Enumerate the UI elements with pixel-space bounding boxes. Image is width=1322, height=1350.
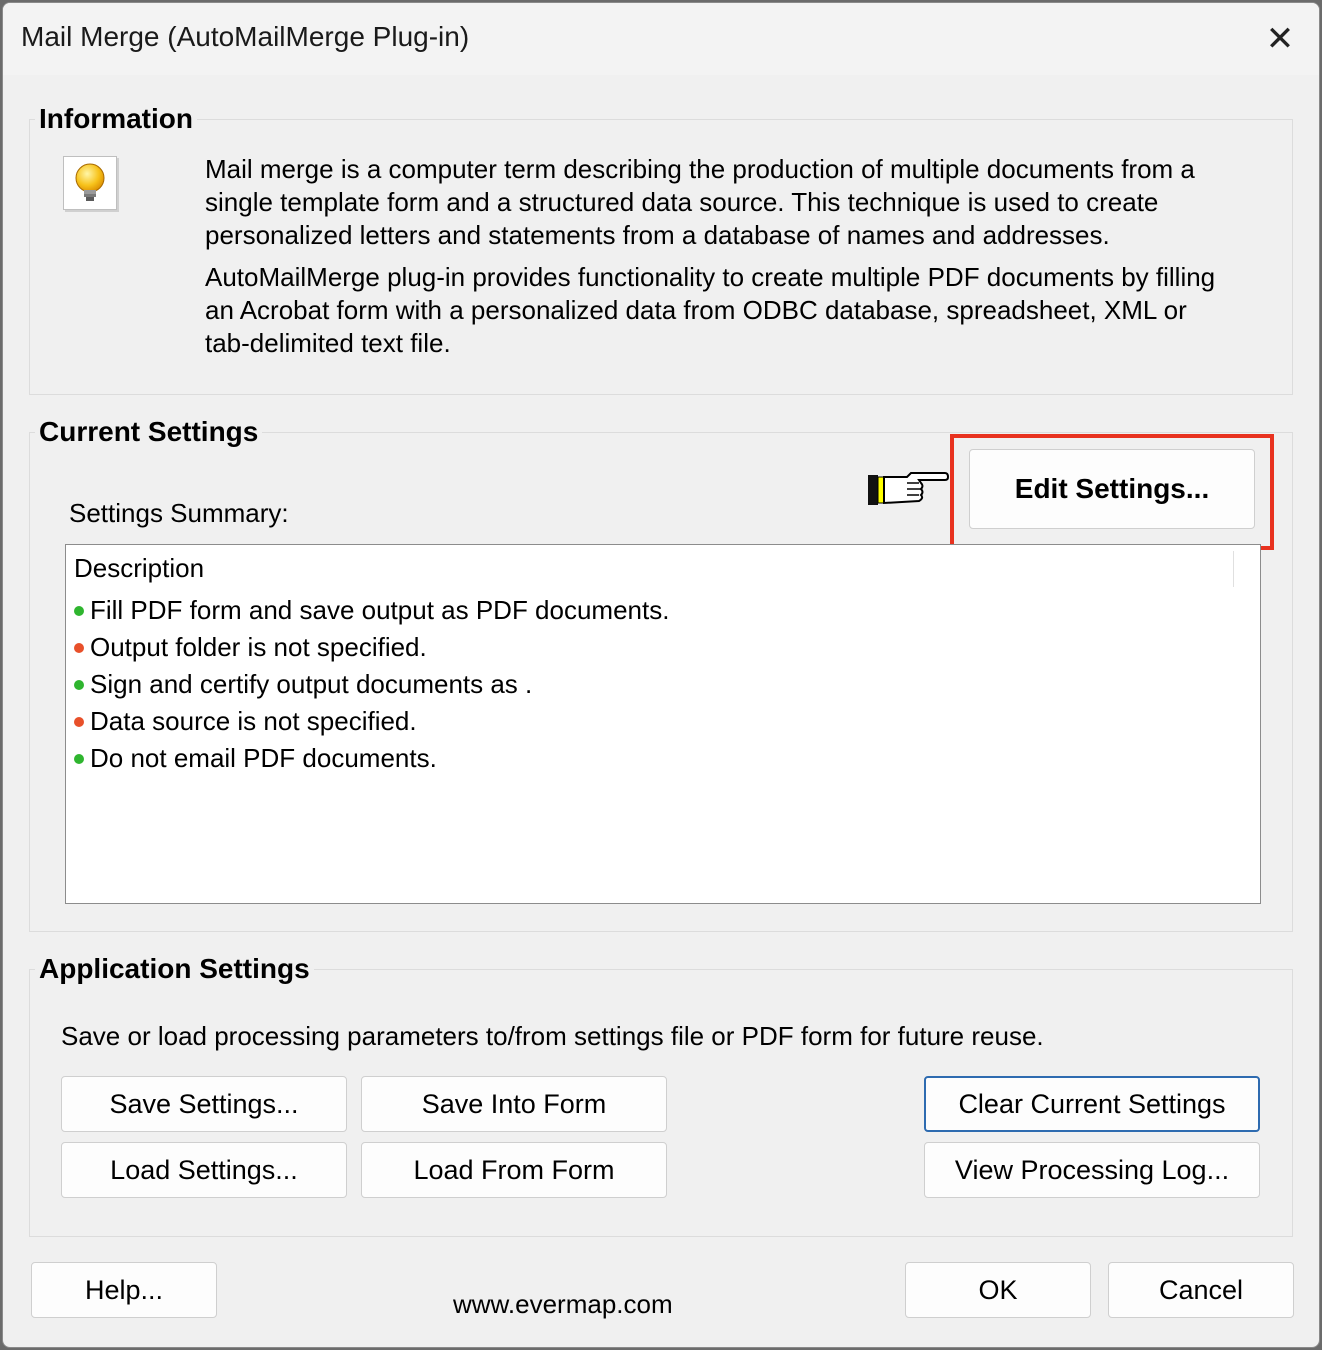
lightbulb-icon — [63, 156, 117, 210]
edit-settings-highlight — [950, 434, 1274, 550]
list-item[interactable]: Do not email PDF documents. — [74, 740, 669, 777]
save-settings-button[interactable]: Save Settings... — [61, 1076, 347, 1132]
information-paragraph-2: AutoMailMerge plug-in provides functiona… — [205, 261, 1265, 360]
summary-items: Fill PDF form and save output as PDF doc… — [74, 592, 669, 777]
list-item-text: Sign and certify output documents as . — [90, 669, 533, 699]
information-paragraph-1: Mail merge is a computer term describing… — [205, 153, 1265, 252]
cancel-button[interactable]: Cancel — [1108, 1262, 1294, 1318]
list-item[interactable]: Sign and certify output documents as . — [74, 666, 669, 703]
website-link[interactable]: www.evermap.com — [453, 1289, 673, 1320]
load-from-form-button[interactable]: Load From Form — [361, 1142, 667, 1198]
settings-summary-label: Settings Summary: — [69, 498, 289, 528]
list-item-text: Data source is not specified. — [90, 706, 417, 736]
list-item-text: Fill PDF form and save output as PDF doc… — [90, 595, 670, 625]
status-ok-icon — [74, 753, 84, 764]
pointing-hand-icon — [867, 467, 950, 514]
list-item-text: Output folder is not specified. — [90, 632, 427, 662]
save-into-form-label: Save Into Form — [421, 1088, 607, 1119]
list-item[interactable]: Output folder is not specified. — [74, 629, 669, 666]
information-text-line: an Acrobat form with a personalized data… — [205, 295, 1187, 325]
load-settings-button[interactable]: Load Settings... — [61, 1142, 347, 1198]
information-text-line: tab-delimited text file. — [205, 328, 451, 358]
save-into-form-button[interactable]: Save Into Form — [361, 1076, 667, 1132]
list-item-text: Do not email PDF documents. — [90, 743, 437, 773]
information-heading: Information — [35, 103, 197, 135]
information-text-line: Mail merge is a computer term describing… — [205, 154, 1195, 184]
title-bar: Mail Merge (AutoMailMerge Plug-in) ✕ — [3, 3, 1319, 75]
information-text-line: personalized letters and statements from… — [205, 220, 1110, 250]
ok-label: OK — [978, 1274, 1018, 1305]
save-settings-label: Save Settings... — [109, 1088, 299, 1119]
mail-merge-dialog: Mail Merge (AutoMailMerge Plug-in) ✕ Inf… — [2, 2, 1320, 1348]
clear-current-settings-label: Clear Current Settings — [958, 1088, 1226, 1119]
close-button[interactable]: ✕ — [1241, 3, 1319, 75]
list-item[interactable]: Fill PDF form and save output as PDF doc… — [74, 592, 669, 629]
view-processing-log-label: View Processing Log... — [954, 1154, 1230, 1185]
list-item[interactable]: Data source is not specified. — [74, 703, 669, 740]
column-divider — [1233, 551, 1234, 587]
window-title: Mail Merge (AutoMailMerge Plug-in) — [21, 21, 470, 52]
close-icon: ✕ — [1265, 20, 1295, 58]
status-ok-icon — [74, 679, 84, 690]
application-settings-heading: Application Settings — [35, 953, 314, 985]
summary-column-header[interactable]: Description — [74, 553, 204, 584]
information-text-line: single template form and a structured da… — [205, 187, 1159, 217]
help-label: Help... — [84, 1274, 164, 1305]
application-settings-description: Save or load processing parameters to/fr… — [61, 1021, 1044, 1051]
ok-button[interactable]: OK — [905, 1262, 1091, 1318]
load-from-form-label: Load From Form — [413, 1154, 615, 1185]
current-settings-heading: Current Settings — [35, 416, 263, 448]
view-processing-log-button[interactable]: View Processing Log... — [924, 1142, 1260, 1198]
status-ok-icon — [74, 605, 84, 616]
status-error-icon — [74, 642, 84, 653]
help-button[interactable]: Help... — [31, 1262, 217, 1318]
status-error-icon — [74, 716, 84, 727]
settings-summary-list[interactable]: Description Fill PDF form and save outpu… — [65, 544, 1261, 904]
load-settings-label: Load Settings... — [110, 1154, 298, 1185]
information-text-line: AutoMailMerge plug-in provides functiona… — [205, 262, 1216, 292]
cancel-label: Cancel — [1158, 1274, 1244, 1305]
clear-current-settings-button[interactable]: Clear Current Settings — [924, 1076, 1260, 1132]
